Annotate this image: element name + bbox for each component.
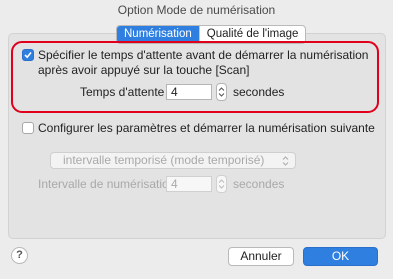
select-chevron-icon [282,156,289,166]
scan-mode-select[interactable]: intervalle temporisé (mode temporisé) [50,152,296,169]
next-scan-checkbox[interactable] [22,122,34,134]
ok-button[interactable]: OK [303,247,378,266]
scan-interval-label: Intervalle de numérisation : [38,177,183,191]
window-title: Option Mode de numérisation [117,3,276,17]
stepper-arrows-icon [218,179,225,189]
scan-interval-unit: secondes [233,177,285,191]
next-scan-checkbox-label: Configurer les paramètres et démarrer la… [38,121,375,135]
highlight-frame [11,41,379,113]
scan-mode-select-value: intervalle temporisé (mode temporisé) [63,153,265,167]
scan-interval-stepper[interactable] [216,175,227,193]
options-dialog: Option Mode de numérisation Numérisation… [0,0,393,279]
scan-interval-field[interactable]: 4 [166,176,212,192]
cancel-button[interactable]: Annuler [228,247,294,266]
help-button[interactable]: ? [11,247,28,264]
